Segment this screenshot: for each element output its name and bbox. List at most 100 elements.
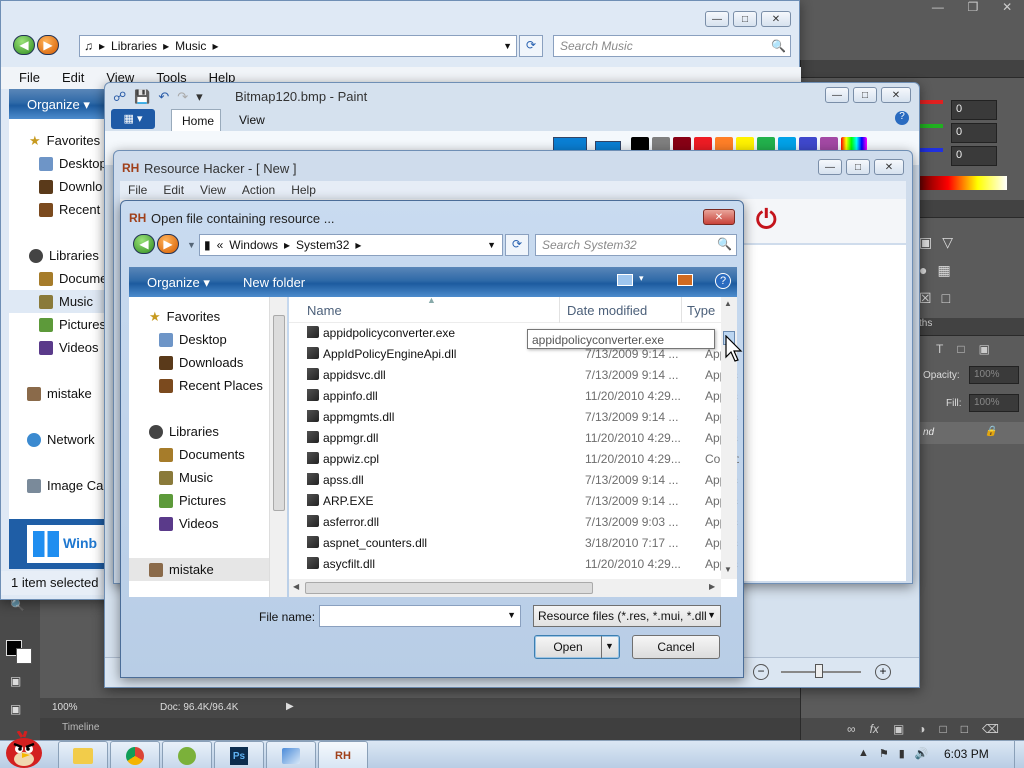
undo-icon[interactable]: ↶ [158, 89, 169, 105]
dlg-nav-desktop[interactable]: Desktop [159, 328, 227, 351]
red-slider[interactable] [919, 100, 943, 104]
rh-menu-help[interactable]: Help [291, 183, 316, 197]
view-dropdown-icon[interactable]: ▾ [639, 273, 644, 284]
background-color[interactable] [16, 648, 32, 664]
customize-icon[interactable]: ▾ [196, 89, 203, 105]
green-slider[interactable] [919, 124, 943, 128]
file-row[interactable]: ARP.EXE7/13/2009 9:14 ...Applic [307, 490, 739, 511]
nav-recent[interactable]: Recent [39, 198, 100, 221]
layer-row[interactable]: nd 🔒 [919, 422, 1024, 444]
nav-network[interactable]: Network [27, 428, 95, 451]
dialog-address-bar[interactable]: ▮ « Windows ▸ System32 ▸ ▼ [199, 234, 503, 256]
dialog-back-icon[interactable]: ◀ [133, 234, 155, 254]
edit-colors-icon[interactable] [841, 137, 867, 151]
dialog-search-icon[interactable]: 🔍 [717, 237, 732, 251]
breadcrumb-windows[interactable]: Windows [229, 238, 278, 252]
explorer-close-button[interactable]: ✕ [761, 11, 791, 27]
column-date[interactable]: Date modified [567, 303, 647, 318]
status-arrow-icon[interactable]: ▶ [286, 701, 294, 712]
tab-view[interactable]: View [239, 113, 265, 127]
tray-arrow-icon[interactable]: ▲ [858, 747, 869, 760]
swatch-black[interactable] [631, 137, 649, 151]
rh-close-button[interactable]: ✕ [874, 159, 904, 175]
screen-mode-icon[interactable]: ▣ [10, 702, 21, 716]
forward-icon[interactable]: ▶ [37, 35, 59, 55]
opacity-field[interactable]: 100% [969, 366, 1019, 384]
trash-icon[interactable]: ⌫ [982, 722, 999, 736]
ps-minimize-icon[interactable]: — [932, 0, 944, 18]
explorer-refresh-icon[interactable]: ⟳ [519, 35, 543, 57]
swatch-gray[interactable] [652, 137, 670, 151]
taskbar-paint-button[interactable] [266, 741, 316, 768]
scroll-up-icon[interactable]: ▲ [724, 299, 732, 308]
nav-favorites[interactable]: ★ Favorites [29, 129, 100, 152]
redo-icon[interactable]: ↷ [177, 89, 188, 105]
breadcrumb-libraries[interactable]: Libraries [111, 39, 157, 53]
nav-downloads[interactable]: Downlo [39, 175, 102, 198]
square-icon[interactable]: □ [942, 290, 950, 307]
file-row[interactable]: appidsvc.dll7/13/2009 9:14 ...Applic [307, 364, 739, 385]
nav-imagecap[interactable]: Image Ca [27, 474, 103, 497]
triangle-icon[interactable]: ▽ [942, 234, 953, 251]
dialog-forward-icon[interactable]: ▶ [157, 234, 179, 254]
nav-pictures[interactable]: Pictures [39, 313, 106, 336]
new-layer-icon[interactable]: □ [961, 722, 968, 736]
dialog-address-dropdown-icon[interactable]: ▼ [487, 240, 496, 250]
blue-slider[interactable] [919, 148, 943, 152]
type-filter-icon[interactable]: T [936, 342, 943, 356]
view-options-icon[interactable] [617, 274, 633, 286]
scroll-down-icon[interactable]: ▼ [724, 565, 732, 574]
taskbar-explorer-button[interactable] [58, 741, 108, 768]
file-list-hscroll[interactable]: ◀ ▶ [289, 579, 721, 597]
file-row[interactable]: appmgmts.dll7/13/2009 9:14 ...Applic [307, 406, 739, 427]
swatch-yellow[interactable] [736, 137, 754, 151]
column-name[interactable]: Name [307, 303, 342, 318]
nav-music[interactable]: Music [9, 290, 109, 313]
rh-maximize-button[interactable]: □ [846, 159, 870, 175]
ps-close-icon[interactable]: ✕ [1002, 0, 1012, 18]
dlg-nav-mistake[interactable]: mistake [129, 558, 269, 581]
paint-help-icon[interactable]: ? [895, 111, 909, 125]
mask-icon[interactable]: ▣ [893, 722, 904, 736]
swatch-red[interactable] [694, 137, 712, 151]
file-row[interactable]: appmgr.dll11/20/2010 4:29...Applic [307, 427, 739, 448]
dlg-nav-downloads[interactable]: Downloads [159, 351, 243, 374]
explorer-search-input[interactable]: Search Music [553, 35, 791, 57]
file-row[interactable]: asferror.dll7/13/2009 9:03 ...Applic [307, 511, 739, 532]
file-row[interactable]: asycfilt.dll11/20/2010 4:29...Applic [307, 553, 739, 574]
swatch-turquoise[interactable] [778, 137, 796, 151]
swatch-darkred[interactable] [673, 137, 691, 151]
breadcrumb-music[interactable]: Music [175, 39, 206, 53]
taskbar-chrome-button[interactable] [110, 741, 160, 768]
column-divider[interactable] [559, 297, 560, 323]
paint-maximize-button[interactable]: □ [853, 87, 877, 103]
menu-edit[interactable]: Edit [62, 70, 84, 86]
file-row[interactable]: apss.dll7/13/2009 9:14 ...Applic [307, 469, 739, 490]
blue-value-field[interactable]: 0 [951, 146, 997, 166]
dialog-close-button[interactable]: ✕ [703, 209, 735, 225]
adjust-icon[interactable]: ◑ [918, 722, 925, 736]
breadcrumb-system32[interactable]: System32 [296, 238, 349, 252]
save-icon[interactable]: 💾 [134, 89, 150, 105]
fx-icon[interactable]: fx [870, 722, 879, 736]
tray-network-icon[interactable]: ▮ [899, 747, 905, 760]
file-row[interactable]: aspnet_counters.dll3/18/2010 7:17 ...App… [307, 532, 739, 553]
open-button[interactable]: Open ▼ [534, 635, 620, 659]
taskbar-photoshop-button[interactable]: Ps [214, 741, 264, 768]
file-row[interactable]: appinfo.dll11/20/2010 4:29...Applic [307, 385, 739, 406]
circles-icon[interactable]: ● [919, 262, 927, 279]
shape-filter-icon[interactable]: □ [957, 342, 964, 356]
new-folder-button[interactable]: New folder [243, 275, 305, 290]
explorer-maximize-button[interactable]: □ [733, 11, 757, 27]
red-value-field[interactable]: 0 [951, 100, 997, 120]
nav-pane-scroll-thumb[interactable] [273, 315, 285, 511]
paint-close-button[interactable]: ✕ [881, 87, 911, 103]
dialog-recent-dropdown-icon[interactable]: ▼ [187, 240, 196, 250]
dlg-nav-videos[interactable]: Videos [159, 512, 219, 535]
dialog-refresh-icon[interactable]: ⟳ [505, 234, 529, 256]
breadcrumb-overflow[interactable]: « [217, 238, 224, 252]
zoom-thumb[interactable] [815, 664, 823, 678]
nav-documents[interactable]: Docume [39, 267, 107, 290]
dialog-search-input[interactable]: Search System32 [535, 234, 737, 256]
nav-mistake[interactable]: mistake [27, 382, 92, 405]
